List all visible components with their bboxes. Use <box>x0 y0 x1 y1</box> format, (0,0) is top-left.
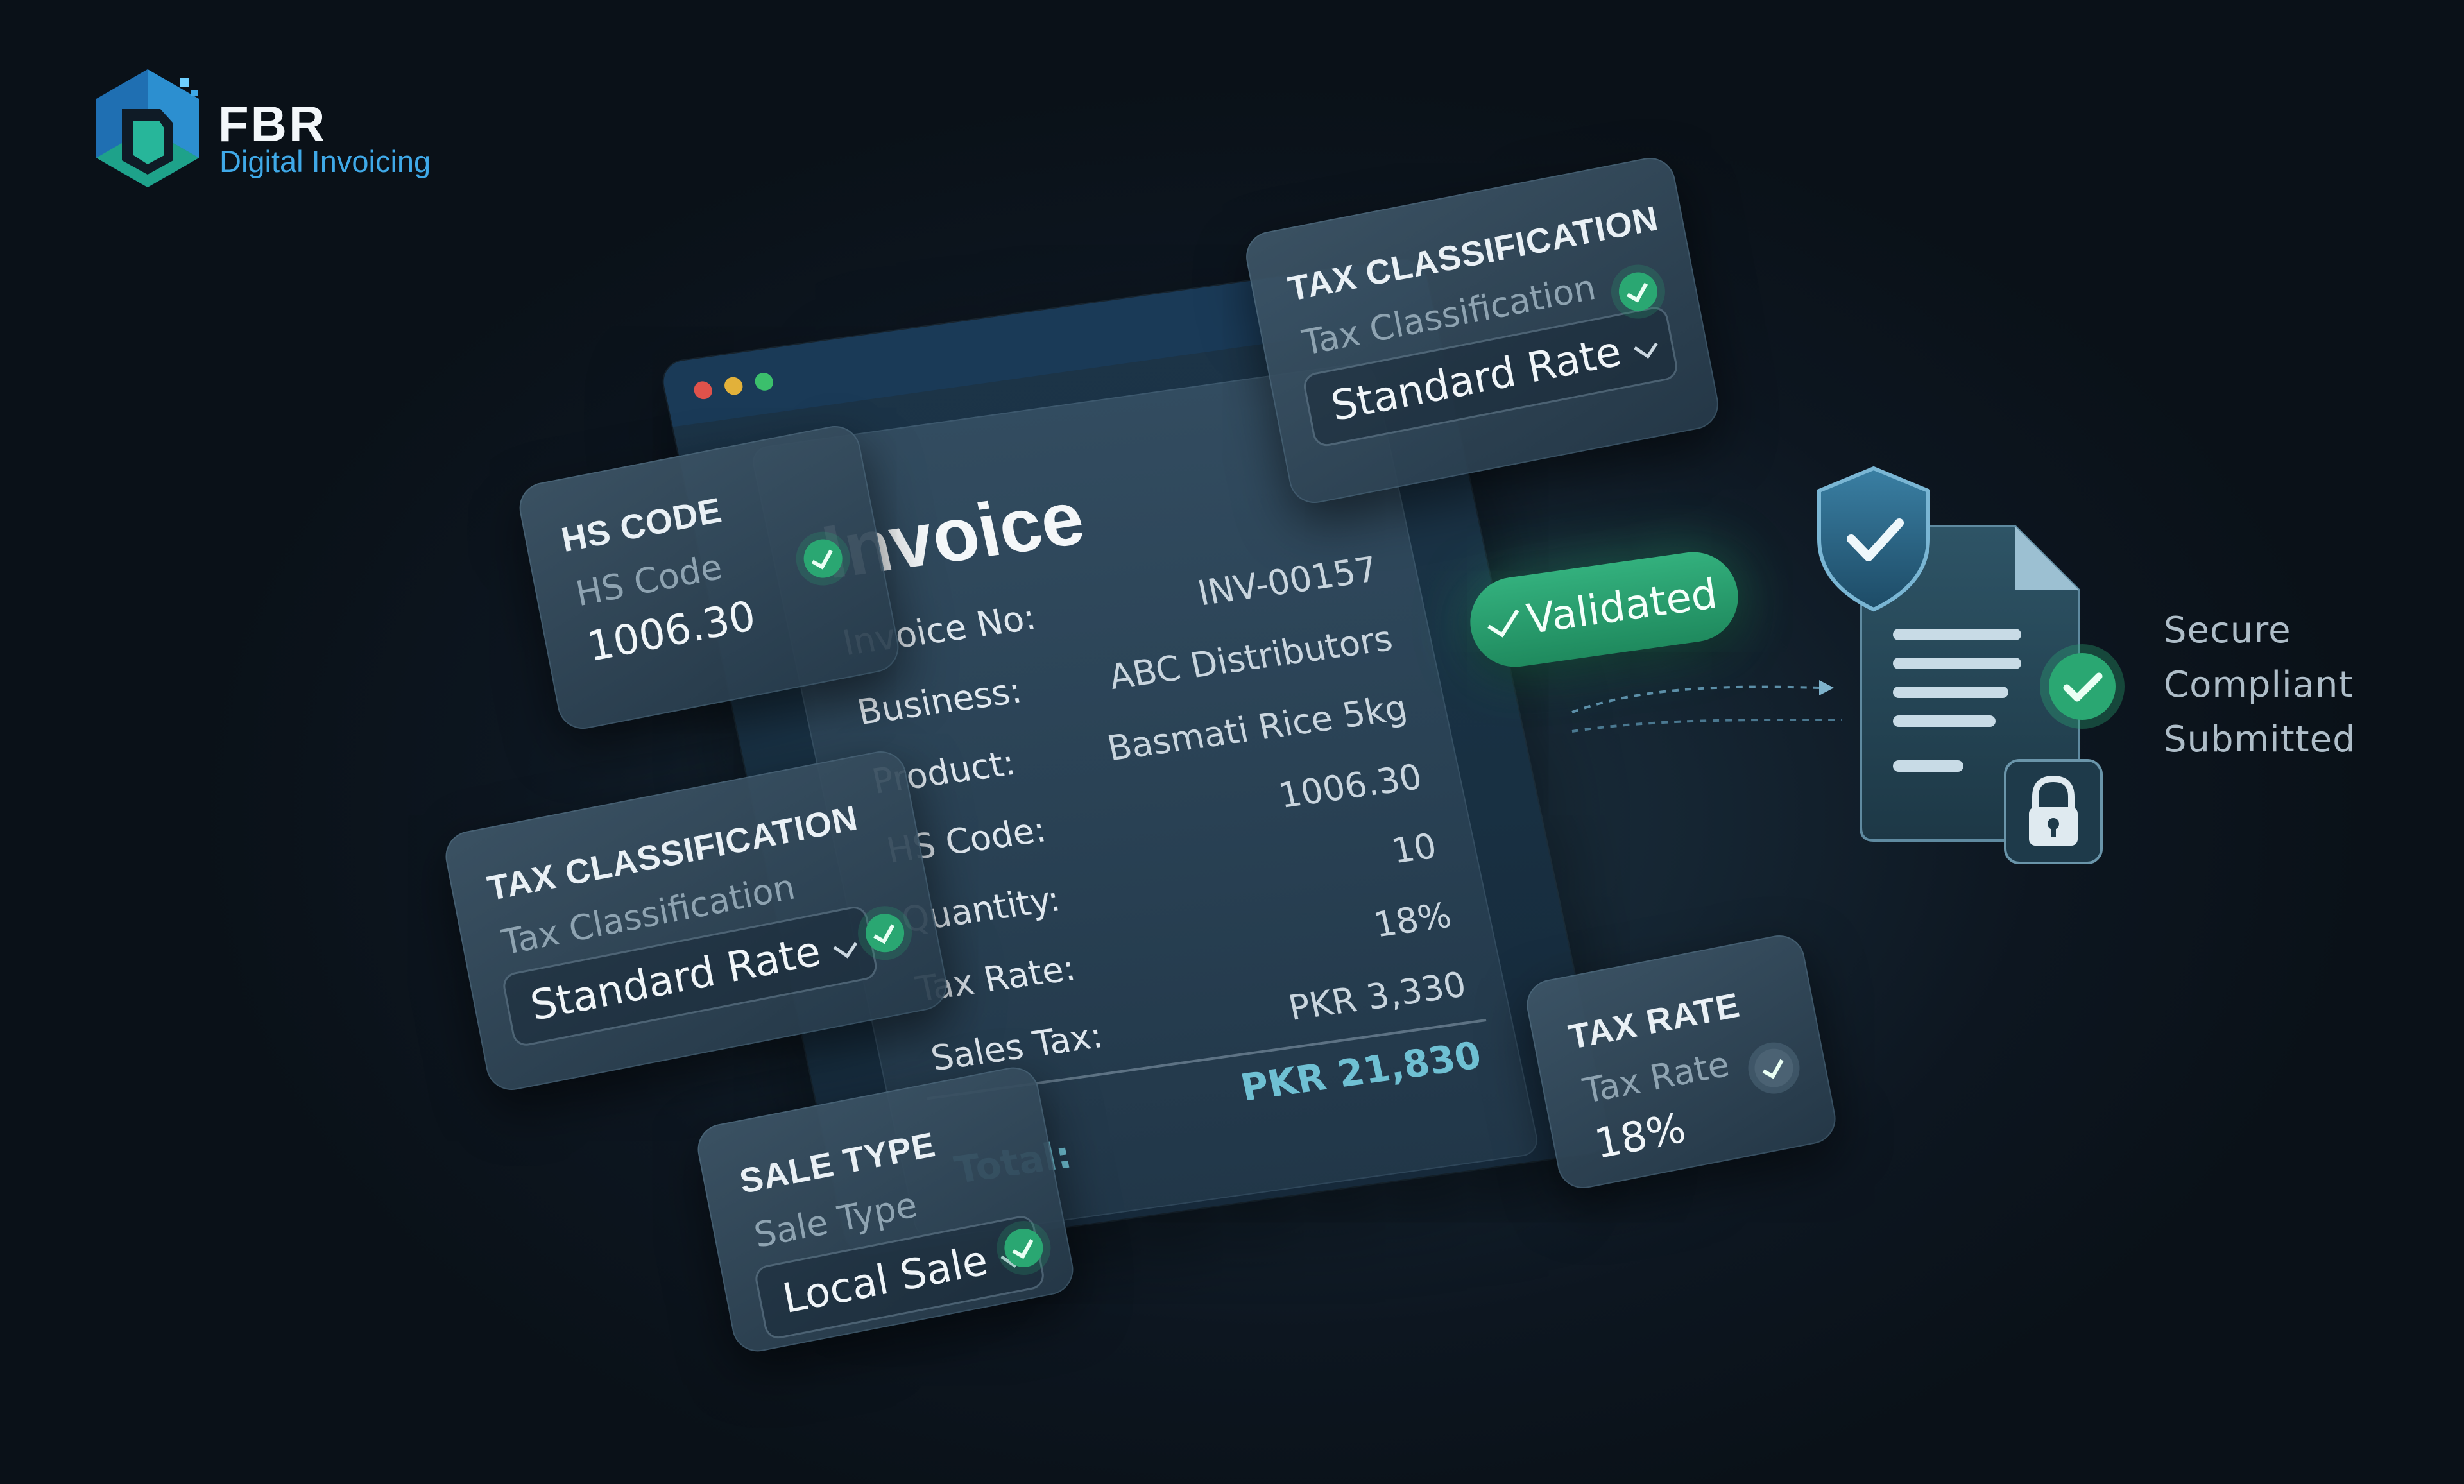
fbr-hexagon-logo-icon <box>96 69 199 187</box>
window-maximize-icon[interactable] <box>753 371 775 392</box>
check-circle-icon <box>1751 1045 1797 1091</box>
tagline-compliant: Compliant <box>2164 664 2354 706</box>
check-circle-icon <box>2040 644 2125 729</box>
lock-icon <box>2004 759 2103 864</box>
tagline-submitted: Submitted <box>2164 719 2356 760</box>
invoice-value: 18% <box>1370 894 1455 946</box>
invoice-value: PKR 3,330 <box>1285 964 1470 1028</box>
chevron-down-icon <box>1634 334 1659 359</box>
tax-rate-value[interactable]: 18% <box>1591 1104 1690 1168</box>
check-circle-icon <box>800 536 846 581</box>
window-close-icon[interactable] <box>692 380 714 400</box>
brand-subtitle: Digital Invoicing <box>219 144 431 178</box>
secure-document-graphic <box>1797 449 2156 873</box>
sale-type-card: SALE TYPE Sale Type Local Sale <box>693 1062 1078 1356</box>
field-label: Tax Rate <box>1580 1043 1733 1112</box>
invoice-total-value: PKR 21,830 <box>1236 1033 1485 1110</box>
chevron-down-icon <box>833 934 858 959</box>
window-minimize-icon[interactable] <box>723 375 745 397</box>
checkmark-icon <box>1487 602 1519 638</box>
tagline-secure: Secure <box>2164 610 2291 651</box>
tax-classification-card-top: TAX CLASSIFICATION Tax Classification St… <box>1242 153 1723 507</box>
fbr-logo: FBR Digital Invoicing <box>83 64 443 212</box>
validated-label: Validated <box>1523 570 1720 644</box>
invoice-value: 10 <box>1388 825 1441 872</box>
invoice-value: INV-00157 <box>1194 549 1382 614</box>
invoice-label: Business: <box>853 670 1025 733</box>
invoice-value: 1006.30 <box>1275 756 1426 816</box>
shield-check-icon <box>1817 466 1930 612</box>
select-value: Local Sale <box>778 1236 992 1324</box>
validated-badge: Validated <box>1464 546 1744 673</box>
